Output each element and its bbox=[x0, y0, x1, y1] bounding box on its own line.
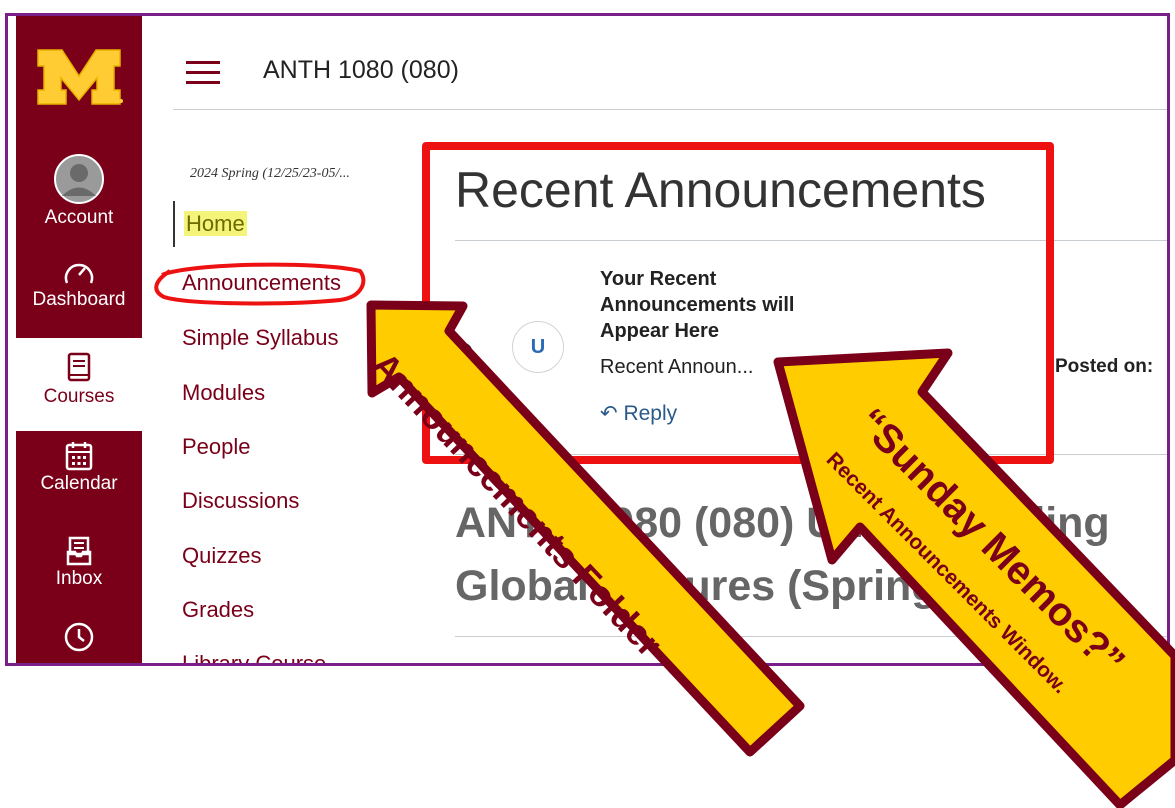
course-nav-discussions[interactable]: Discussions bbox=[173, 488, 382, 514]
course-nav-library-course[interactable]: Library Course bbox=[173, 651, 382, 663]
term-label: 2024 Spring (12/25/23-05/... bbox=[190, 166, 350, 181]
global-nav-label: Account bbox=[44, 207, 114, 228]
course-nav-quizzes[interactable]: Quizzes bbox=[173, 543, 382, 569]
global-nav-label: Dashboard bbox=[32, 289, 126, 310]
global-nav-courses[interactable]: Courses bbox=[16, 338, 142, 431]
global-nav-inbox[interactable]: Inbox bbox=[16, 536, 142, 590]
clock-icon bbox=[64, 622, 94, 652]
global-nav-account[interactable]: Account bbox=[16, 153, 142, 229]
course-nav-label: Home bbox=[184, 211, 247, 236]
global-nav-label: Calendar bbox=[40, 473, 118, 494]
course-nav-people[interactable]: People bbox=[173, 434, 382, 460]
posted-on-label: Posted on: bbox=[1055, 356, 1154, 377]
account-avatar-icon bbox=[54, 154, 104, 204]
breadcrumb-course-title[interactable]: ANTH 1080 (080) bbox=[263, 56, 459, 85]
global-nav-label: Inbox bbox=[55, 568, 103, 589]
umn-logo-icon[interactable] bbox=[34, 42, 124, 112]
recent-announcements-highlight-box bbox=[422, 142, 1054, 464]
inbox-icon bbox=[66, 536, 92, 566]
header-divider bbox=[173, 109, 1167, 110]
course-nav-grades[interactable]: Grades bbox=[173, 597, 382, 623]
global-nav-dashboard[interactable]: Dashboard bbox=[16, 259, 142, 311]
course-nav-home[interactable]: Home bbox=[173, 201, 384, 247]
dashboard-gauge-icon bbox=[64, 263, 94, 284]
book-icon bbox=[67, 352, 91, 382]
global-nav-history[interactable] bbox=[16, 621, 142, 653]
global-nav-label: Courses bbox=[43, 386, 115, 407]
course-nav-modules[interactable]: Modules bbox=[173, 380, 382, 406]
announcements-circle-annotation bbox=[154, 262, 366, 306]
course-nav-simple-syllabus[interactable]: Simple Syllabus bbox=[173, 325, 382, 351]
global-nav: Account Dashboard Courses Calendar Inbox bbox=[16, 16, 142, 663]
hamburger-menu-icon[interactable] bbox=[186, 61, 220, 85]
global-nav-calendar[interactable]: Calendar bbox=[16, 441, 142, 495]
calendar-icon bbox=[65, 442, 93, 471]
